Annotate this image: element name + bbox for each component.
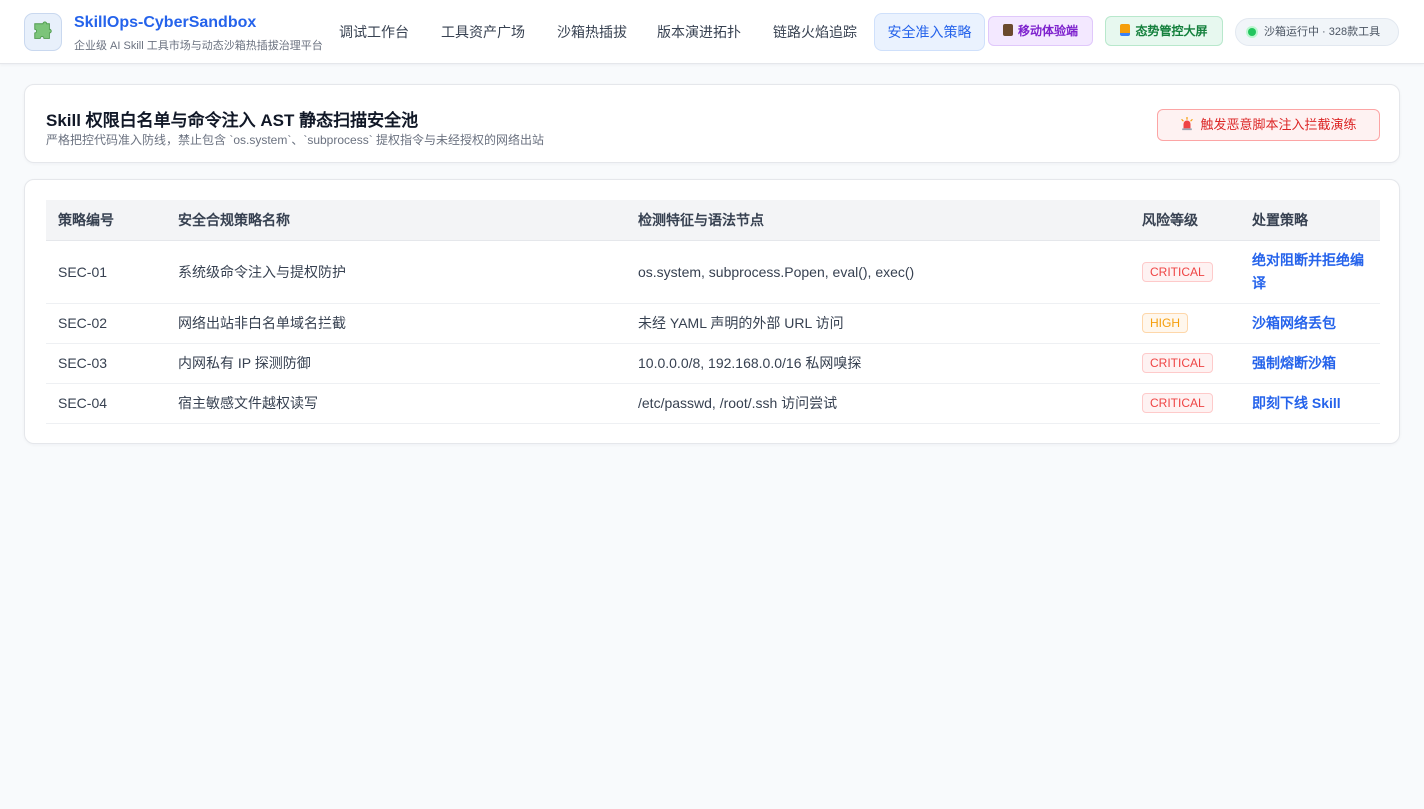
risk-badge: CRITICAL [1142,393,1213,413]
table-row: SEC-03 内网私有 IP 探测防御 10.0.0.0/8, 192.168.… [46,343,1380,384]
policy-feature: 10.0.0.0/8, 192.168.0.0/16 私网嗅探 [626,343,1130,384]
risk-badge: CRITICAL [1142,353,1213,373]
policy-action-link[interactable]: 即刻下线 Skill [1240,383,1380,424]
page-title: Skill 权限白名单与命令注入 AST 静态扫描安全池 [46,111,419,130]
policy-feature: os.system, subprocess.Popen, eval(), exe… [626,240,1130,304]
screen-button-label: 态势管控大屏 [1135,24,1208,38]
policy-feature: 未经 YAML 声明的外部 URL 访问 [626,303,1130,344]
policy-action-link[interactable]: 强制熔断沙箱 [1240,343,1380,384]
policy-name: 系统级命令注入与提权防护 [166,240,626,304]
policy-feature: /etc/passwd, /root/.ssh 访问尝试 [626,383,1130,424]
risk-badge: CRITICAL [1142,261,1213,282]
policy-action-link[interactable]: 沙箱网络丢包 [1240,303,1380,344]
nav-tool-plaza[interactable]: 工具资产广场 [432,13,534,51]
column-header-id: 策略编号 [46,200,166,241]
table-row: SEC-01 系统级命令注入与提权防护 os.system, subproces… [46,240,1380,304]
sandbox-status-text: 沙箱运行中 · 328款工具 [1264,26,1381,38]
column-header-action: 处置策略 [1240,200,1380,241]
policy-name: 宿主敏感文件越权读写 [166,383,626,424]
policy-name: 网络出站非白名单域名拦截 [166,303,626,344]
policy-id: SEC-01 [46,240,166,304]
security-policy-table: 策略编号 安全合规策略名称 检测特征与语法节点 风险等级 处置策略 SEC-01… [46,200,1380,424]
trigger-injection-drill-button[interactable]: 触发恶意脚本注入拦截演练 [1157,109,1380,141]
table-row: SEC-02 网络出站非白名单域名拦截 未经 YAML 声明的外部 URL 访问… [46,303,1380,344]
table-header-row: 策略编号 安全合规策略名称 检测特征与语法节点 风险等级 处置策略 [46,200,1380,241]
policy-header-card: Skill 权限白名单与命令注入 AST 静态扫描安全池 严格把控代码准入防线，… [24,84,1400,163]
mobile-phone-icon [1002,24,1013,36]
puzzle-icon [34,21,52,39]
nav-sandbox-hotplug[interactable]: 沙箱热插拔 [548,13,636,51]
column-header-name: 安全合规策略名称 [166,200,626,241]
status-dot-icon [1248,28,1256,36]
bar-chart-icon [1120,24,1131,36]
column-header-risk: 风险等级 [1130,200,1240,241]
policy-id: SEC-03 [46,343,166,384]
nav-security-policy[interactable]: 安全准入策略 [874,13,985,51]
policy-id: SEC-02 [46,303,166,344]
nav-flame-trace[interactable]: 链路火焰追踪 [764,13,866,51]
brand-title: SkillOps-CyberSandbox [74,14,257,31]
brand-subtitle: 企业级 AI Skill 工具市场与动态沙箱热插拔治理平台 [74,40,323,52]
policy-id: SEC-04 [46,383,166,424]
policy-table-card: 策略编号 安全合规策略名称 检测特征与语法节点 风险等级 处置策略 SEC-01… [24,179,1400,444]
top-header: SkillOps-CyberSandbox 企业级 AI Skill 工具市场与… [0,0,1424,64]
nav-version-topology[interactable]: 版本演进拓扑 [648,13,750,51]
page-subtitle: 严格把控代码准入防线，禁止包含 `os.system`、`subprocess`… [46,133,545,147]
alert-button-label: 触发恶意脚本注入拦截演练 [1200,117,1357,132]
siren-icon [1181,116,1194,131]
mobile-button-label: 移动体验端 [1017,24,1078,38]
mobile-experience-button[interactable]: 移动体验端 [988,16,1093,46]
policy-name: 内网私有 IP 探测防御 [166,343,626,384]
risk-badge: HIGH [1142,313,1188,333]
table-row: SEC-04 宿主敏感文件越权读写 /etc/passwd, /root/.ss… [46,383,1380,424]
nav-debug-workbench[interactable]: 调试工作台 [330,13,418,51]
column-header-feature: 检测特征与语法节点 [626,200,1130,241]
sandbox-status-badge: 沙箱运行中 · 328款工具 [1235,18,1399,46]
policy-action-link[interactable]: 绝对阻断并拒绝编译 [1240,240,1380,304]
dashboard-screen-button[interactable]: 态势管控大屏 [1105,16,1223,46]
logo[interactable] [24,13,62,51]
